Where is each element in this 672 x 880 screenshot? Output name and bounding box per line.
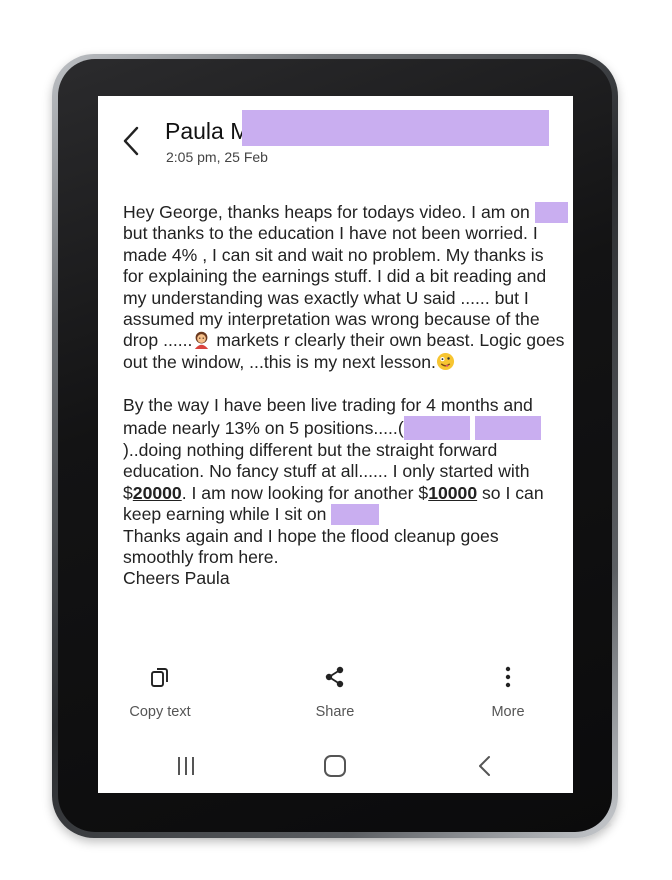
woman-shrugging-emoji-icon [195,332,209,350]
amount-text: 10000 [428,482,478,503]
zany-face-emoji-icon [436,352,454,370]
message-paragraph: By the way I have been live trading for … [123,395,568,590]
redaction-box [331,504,380,526]
back-arrow-button[interactable] [120,124,144,158]
copy-icon [151,668,168,687]
home-icon [324,755,346,777]
action-label: Copy text [129,704,191,720]
message-text: . I am now looking for another $ [181,482,429,503]
back-icon [479,756,490,776]
copy-text-button[interactable]: Copy text [124,664,196,720]
redaction-box [534,202,568,223]
share-icon [325,666,344,688]
system-navigation-bar [98,744,573,788]
recent-apps-icon [178,757,194,775]
message-text: By the way I have been live trading for … [123,394,533,439]
action-label: Share [315,704,355,720]
chevron-left-icon [123,126,139,156]
contact-header: Paula M [165,118,249,145]
share-button[interactable]: Share [305,664,365,720]
message-body: Hey George, thanks heaps for todays vide… [123,202,568,590]
redaction-box [403,416,470,441]
message-text: Hey George, thanks heaps for todays vide… [123,202,530,222]
recent-apps-button[interactable] [166,752,206,780]
more-vertical-icon [505,666,511,688]
message-screen: Paula M 2:05 pm, 25 Feb Hey George, than… [98,96,573,793]
message-action-bar: Copy text Share More [98,664,573,724]
nav-back-button[interactable] [465,752,505,780]
more-button[interactable]: More [482,664,534,720]
redaction-box [474,416,541,441]
home-button[interactable] [315,752,355,780]
message-text: Thanks again and I hope the flood cleanu… [123,525,499,568]
message-signoff: Cheers Paula [123,568,230,589]
action-label: More [491,704,525,720]
redaction-box [242,110,549,146]
amount-text: 20000 [132,482,182,503]
message-timestamp: 2:05 pm, 25 Feb [166,149,268,165]
message-paragraph: Hey George, thanks heaps for todays vide… [123,202,568,373]
contact-name: Paula M [165,118,250,144]
